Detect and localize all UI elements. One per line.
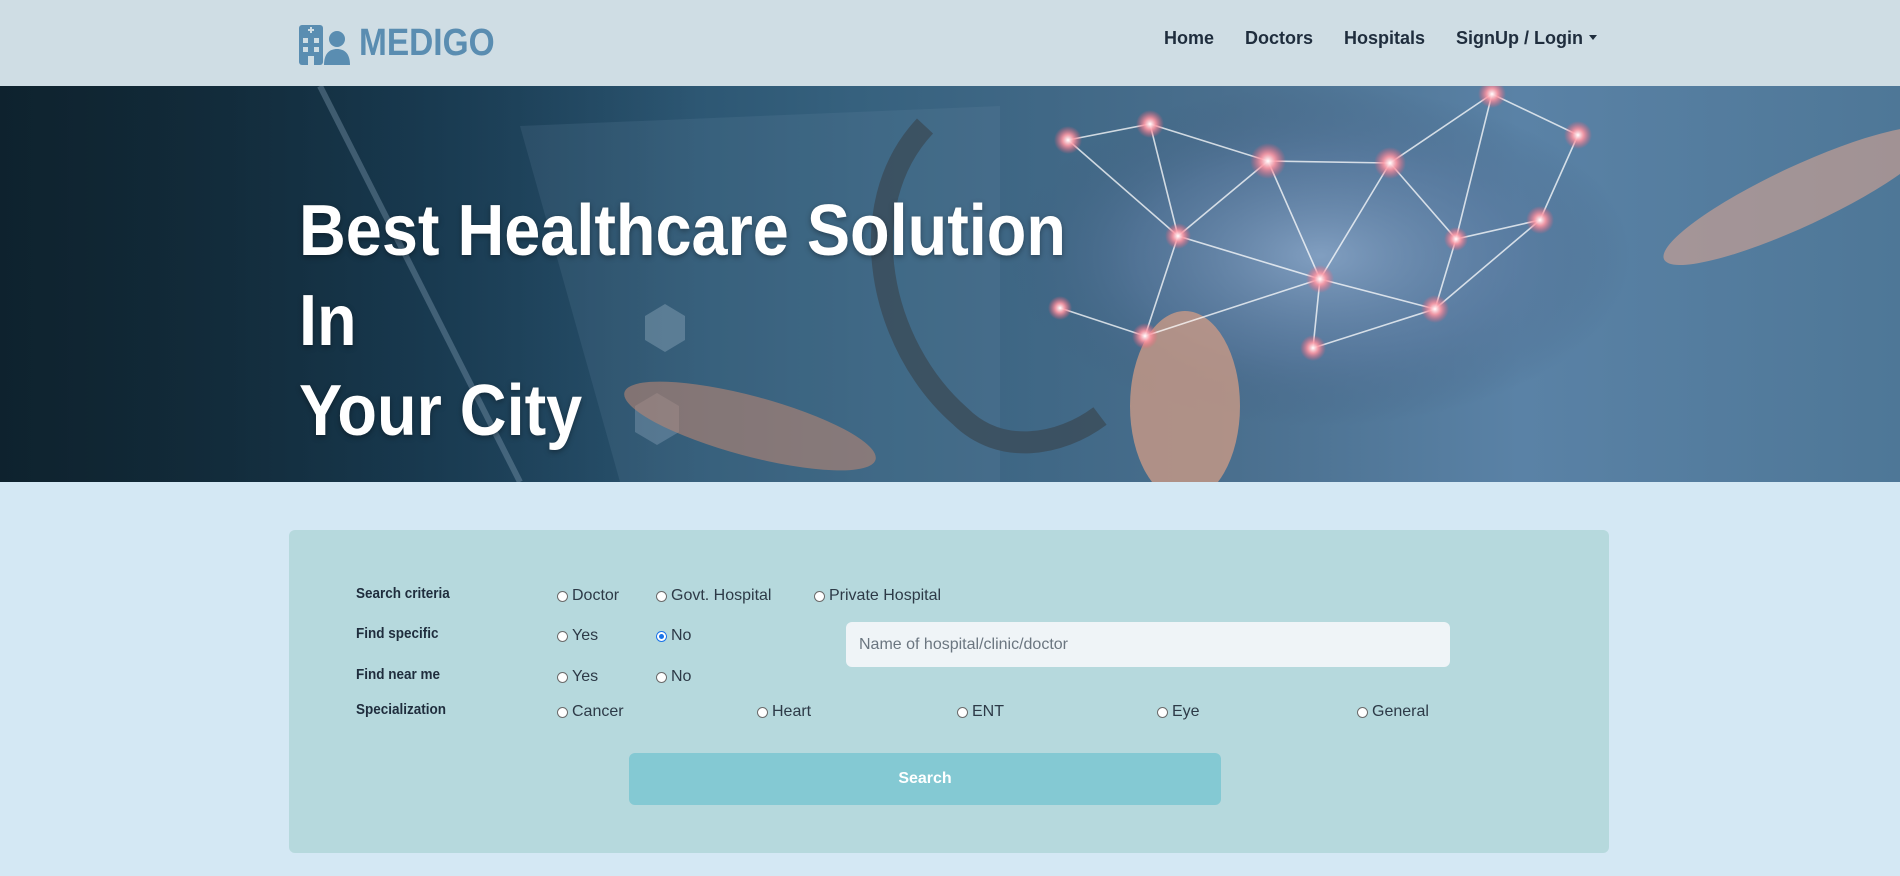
radio-label: Yes [572,627,599,644]
hero-title-line1: Best Healthcare Solution In [299,191,1066,361]
radio-near-me-no[interactable]: No [656,668,691,686]
radio-spec-heart[interactable]: Heart [757,703,811,721]
hospital-user-icon [299,25,350,65]
radio-spec-ent[interactable]: ENT [957,703,1004,721]
radio-spec-cancer[interactable]: Cancer [557,703,624,721]
hero-title: Best Healthcare Solution In Your City [299,186,1109,456]
specialization-label: Specialization [356,701,447,718]
radio-label: General [1372,703,1429,720]
radio-button[interactable] [757,706,768,718]
radio-label: Govt. Hospital [671,587,772,604]
brand-name: MEDIGO [359,21,495,64]
radio-button[interactable] [1157,706,1168,718]
radio-label: Private Hospital [829,587,942,604]
radio-button[interactable] [656,671,667,683]
radio-button[interactable] [814,590,825,602]
radio-label: Yes [572,668,599,685]
hero-title-line2: Your City [299,371,583,451]
hero-banner: Best Healthcare Solution In Your City [0,86,1900,482]
nav-doctors-link[interactable]: Doctors [1245,28,1313,49]
search-button[interactable]: Search [629,753,1221,805]
radio-label: Eye [1172,703,1200,720]
find-near-me-label: Find near me [356,666,441,683]
nav-hospitals-link[interactable]: Hospitals [1344,28,1425,49]
radio-search-doctor[interactable]: Doctor [557,587,619,605]
radio-find-specific-yes[interactable]: Yes [557,627,598,645]
radio-near-me-yes[interactable]: Yes [557,668,598,686]
radio-button-checked[interactable] [656,630,667,642]
radio-label: ENT [972,703,1004,720]
radio-label: Cancer [572,703,624,720]
brand-logo[interactable]: MEDIGO [299,20,513,66]
radio-button[interactable] [656,590,667,602]
radio-search-private-hospital[interactable]: Private Hospital [814,587,941,605]
find-specific-label: Find specific [356,625,439,642]
radio-label: No [671,668,692,685]
search-panel: Search criteria Doctor Govt. Hospital Pr… [289,530,1609,853]
radio-button[interactable] [957,706,968,718]
radio-button[interactable] [557,706,568,718]
search-criteria-label: Search criteria [356,585,450,602]
navbar: MEDIGO Home Doctors Hospitals SignUp / L… [0,0,1900,86]
radio-button[interactable] [557,630,568,642]
radio-find-specific-no[interactable]: No [656,627,691,645]
nav-signup-login-dropdown[interactable]: SignUp / Login [1456,28,1597,49]
radio-label: Doctor [572,587,620,604]
radio-label: No [671,627,692,644]
name-search-input[interactable] [846,622,1450,667]
radio-button[interactable] [1357,706,1368,718]
radio-button[interactable] [557,671,568,683]
radio-button[interactable] [557,590,568,602]
nav-links: Home Doctors Hospitals SignUp / Login [1164,28,1597,49]
radio-spec-general[interactable]: General [1357,703,1429,721]
radio-label: Heart [772,703,812,720]
radio-search-govt-hospital[interactable]: Govt. Hospital [656,587,771,605]
nav-home-link[interactable]: Home [1164,28,1214,49]
radio-spec-eye[interactable]: Eye [1157,703,1200,721]
